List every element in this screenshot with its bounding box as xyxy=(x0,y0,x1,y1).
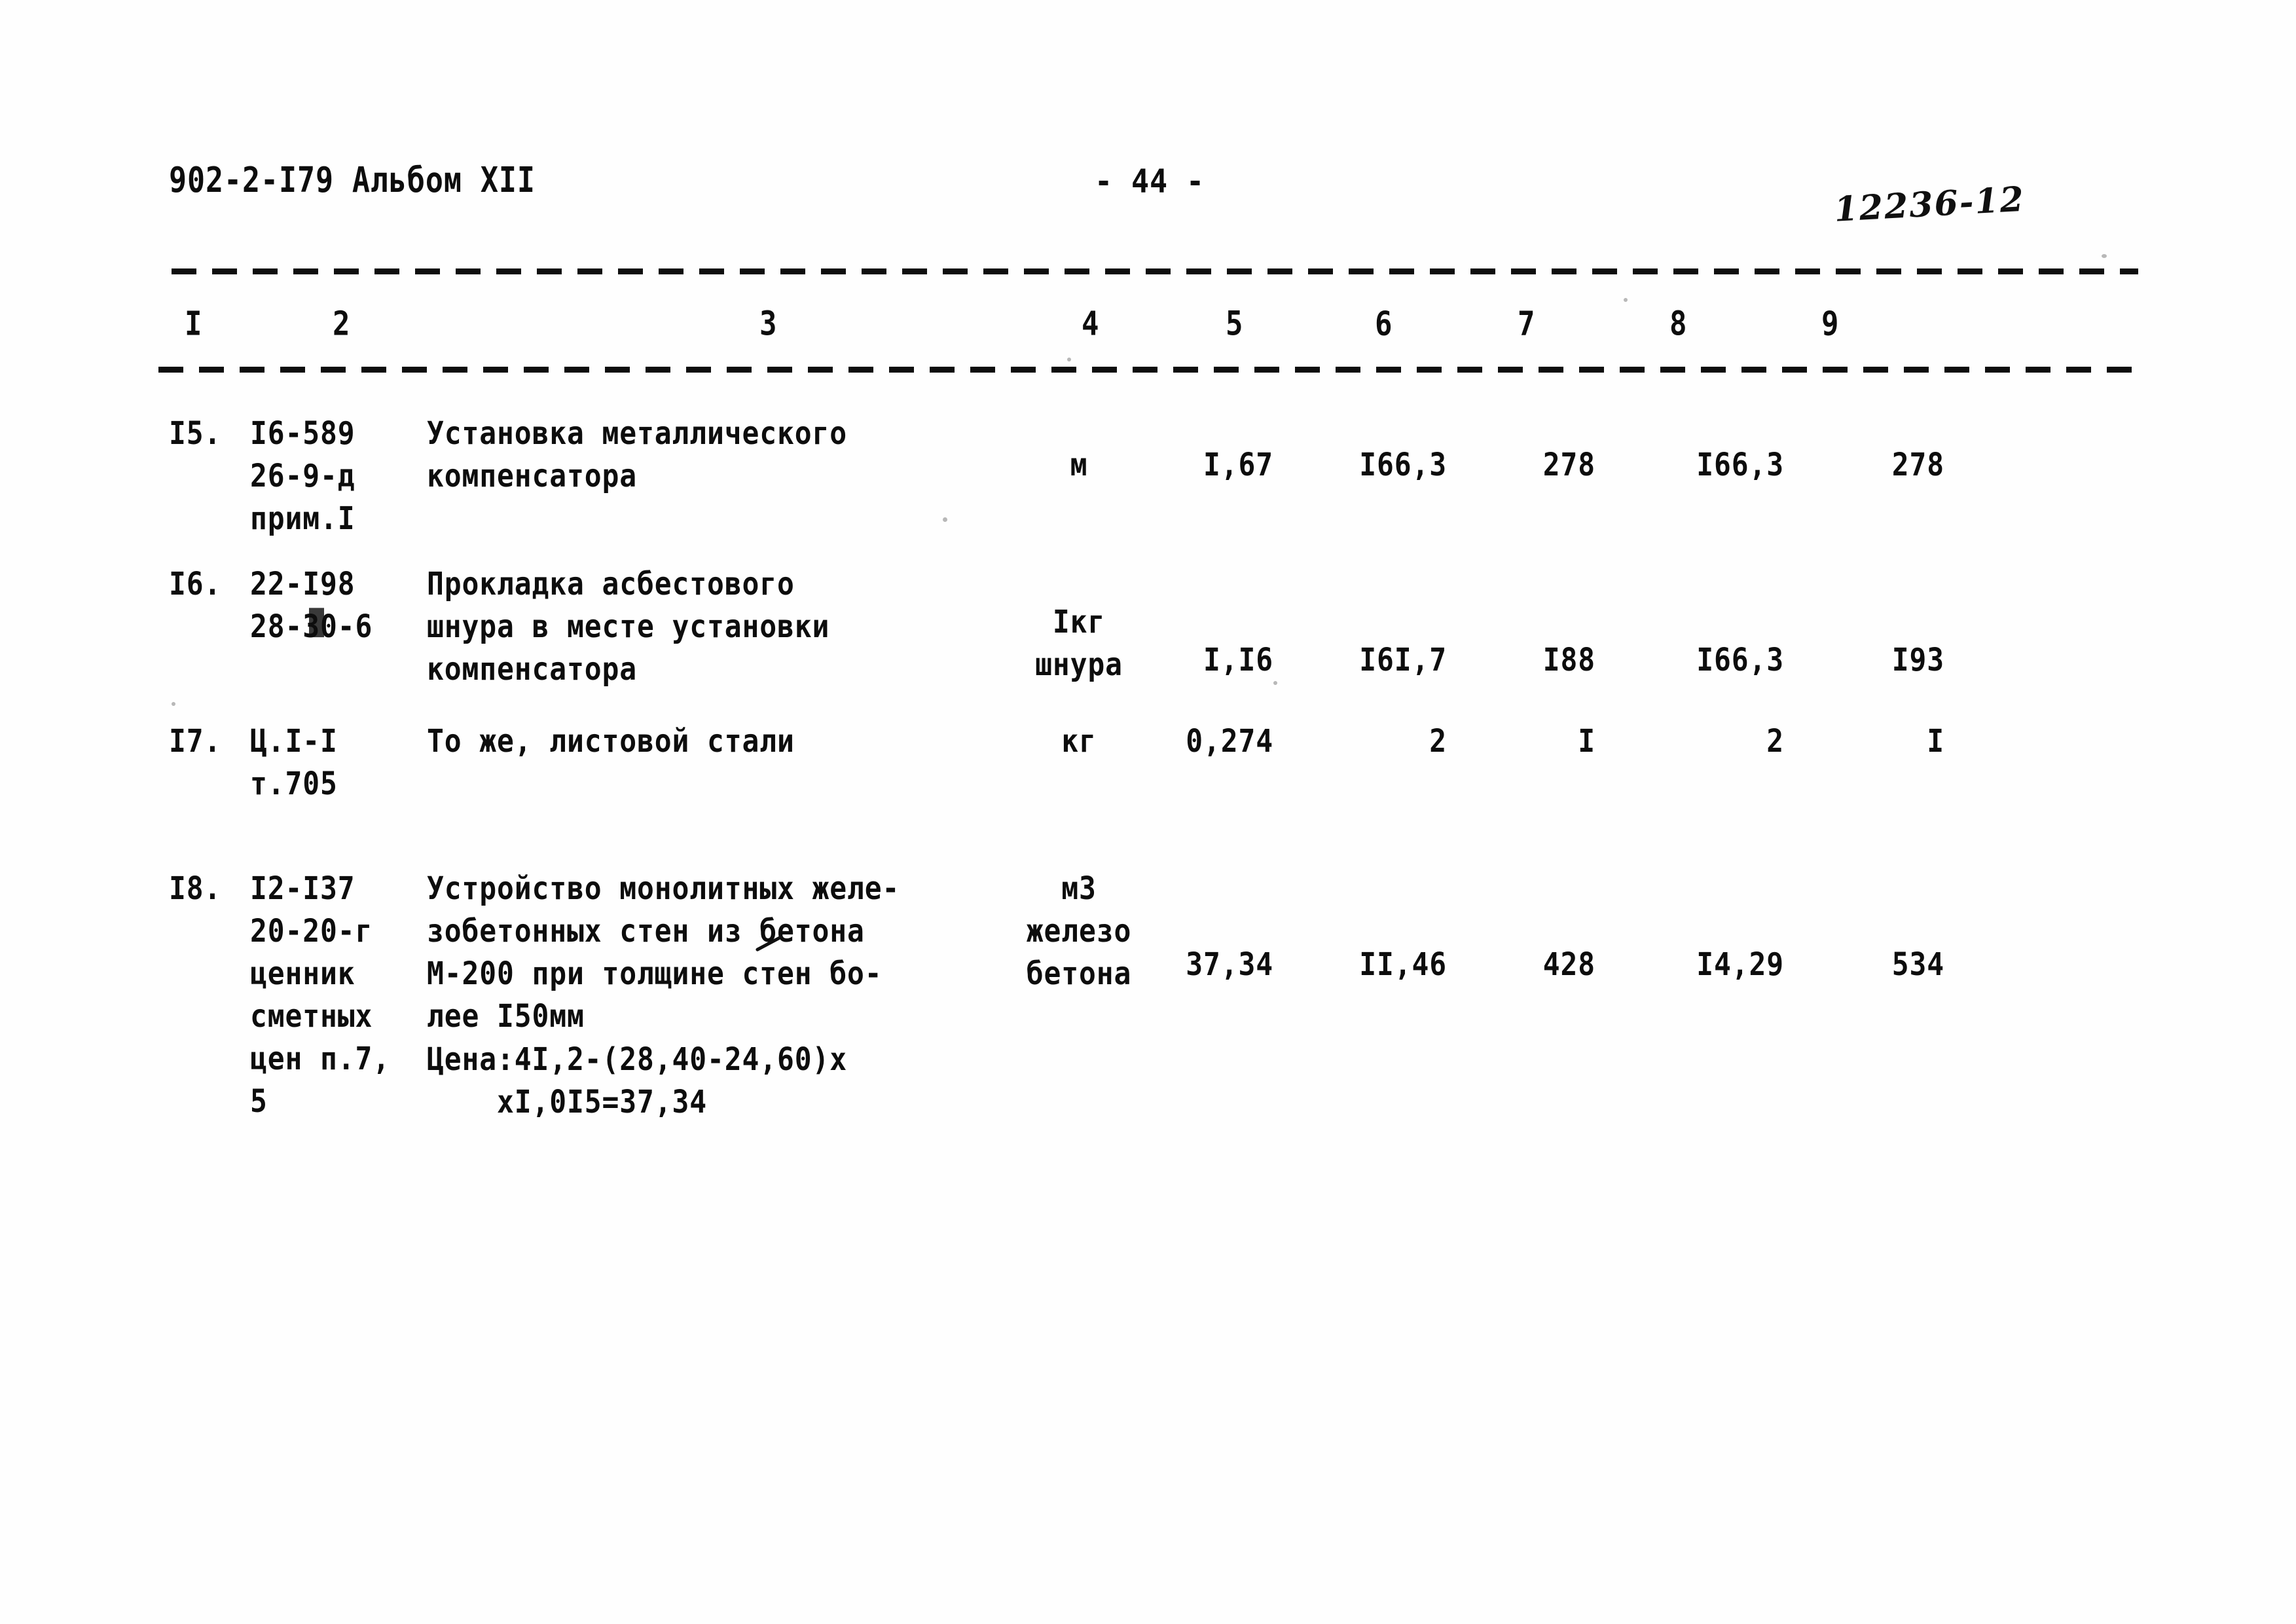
row-value-col5: I,67 xyxy=(1203,447,1273,484)
document-code: 902-2-I79 Альбом XII xyxy=(169,159,536,200)
scan-speck xyxy=(172,702,175,706)
row-number: I7. xyxy=(169,723,222,760)
desc-line: Устройство монолитных желе- xyxy=(427,870,900,908)
unit-line: Iкг xyxy=(1052,604,1106,641)
row-value-col9: 278 xyxy=(1891,447,1944,484)
column-header-6: 6 xyxy=(1375,304,1393,344)
code-line: Ц.I-I xyxy=(250,723,338,760)
row-unit: м3 железо бетона xyxy=(1013,868,1144,995)
row-description: То же, листовой стали xyxy=(427,723,795,760)
unit-line: м3 xyxy=(1061,870,1097,908)
row-value-col9: I xyxy=(1927,723,1944,760)
unit-line: бетона xyxy=(1026,955,1132,993)
row-value-col5: I,I6 xyxy=(1203,642,1273,679)
code-line: 22-I98 xyxy=(250,566,355,603)
row-value-col6: I66,3 xyxy=(1359,447,1447,484)
formula-line: Цена:4I,2-(28,40-24,60)х xyxy=(427,1041,847,1079)
row-description: Устройство монолитных желе- зобетонных с… xyxy=(427,868,996,1038)
row-number: I5. xyxy=(169,415,222,452)
row-value-col7: I88 xyxy=(1542,642,1595,679)
document-page: 902-2-I79 Альбом XII - 44 - 12236-12 I 2… xyxy=(0,0,2296,1624)
row-code: I6-589 26-9-д прим.I xyxy=(250,413,420,540)
row-code: Ц.I-I т.705 xyxy=(250,720,420,805)
desc-line: Прокладка асбестового xyxy=(427,566,795,603)
unit-line: шнура xyxy=(1035,646,1123,684)
scan-speck xyxy=(1067,358,1071,361)
row-value-col6: I6I,7 xyxy=(1359,642,1447,679)
column-header-5: 5 xyxy=(1226,304,1244,344)
desc-line: лее I50мм xyxy=(427,998,585,1035)
desc-line: шнура в месте установки xyxy=(427,608,830,646)
row-value-col7: I xyxy=(1578,723,1595,760)
row-description: Установка металлического компенсатора xyxy=(427,413,996,498)
scan-speck xyxy=(943,517,947,522)
column-header-2: 2 xyxy=(333,304,351,344)
code-line: I6-589 xyxy=(250,415,355,452)
code-line-overstruck: 28-30-6 xyxy=(250,606,373,648)
code-line: 26-9-д xyxy=(250,458,355,495)
row-value-col6: 2 xyxy=(1429,723,1447,760)
row-unit: Iкг шнура xyxy=(1013,601,1144,686)
row-value-col8: I66,3 xyxy=(1696,642,1784,679)
column-header-9: 9 xyxy=(1821,304,1840,344)
row-value-col7: 428 xyxy=(1542,946,1595,984)
desc-line: компенсатора xyxy=(427,458,637,495)
code-line: 5 xyxy=(250,1083,268,1120)
row-number: I6. xyxy=(169,566,222,603)
code-line: т.705 xyxy=(250,766,338,803)
formula-line: хI,0I5=37,34 xyxy=(427,1084,707,1121)
row-value-col9: 534 xyxy=(1891,946,1944,984)
row-number: I8. xyxy=(169,870,222,908)
row-value-col8: I4,29 xyxy=(1696,946,1784,984)
code-line: прим.I xyxy=(250,500,355,538)
code-line: 20-20-г xyxy=(250,913,373,950)
table-top-divider xyxy=(172,268,2138,274)
code-line: ценник xyxy=(250,955,355,993)
desc-line: зобетонных стен из бетона xyxy=(427,913,865,950)
scan-speck xyxy=(1624,298,1628,302)
page-number: - 44 - xyxy=(1095,162,1205,200)
desc-line: Установка металлического xyxy=(427,415,847,452)
column-header-4: 4 xyxy=(1082,304,1100,344)
column-header-1: I xyxy=(185,304,203,344)
code-line: сметных xyxy=(250,998,373,1035)
row-code: 22-I98 28-30-6 xyxy=(250,563,420,648)
table-header-divider xyxy=(158,367,2145,373)
column-header-7: 7 xyxy=(1518,304,1536,344)
handwritten-archive-stamp: 12236-12 xyxy=(1833,179,2026,230)
row-unit: кг xyxy=(1061,723,1097,760)
desc-line: М-200 при толщине стен бо- xyxy=(427,955,883,993)
row-value-col5: 37,34 xyxy=(1186,946,1273,984)
price-formula: Цена:4I,2-(28,40-24,60)х хI,0I5=37,34 xyxy=(427,1039,847,1124)
code-line: цен п.7, xyxy=(250,1041,390,1078)
row-value-col8: 2 xyxy=(1766,723,1784,760)
column-header-3: 3 xyxy=(759,304,778,344)
row-value-col5: 0,274 xyxy=(1186,723,1273,760)
unit-line: железо xyxy=(1026,913,1132,950)
row-description: Прокладка асбестового шнура в месте уста… xyxy=(427,563,996,691)
row-value-col7: 278 xyxy=(1542,447,1595,484)
row-value-col8: I66,3 xyxy=(1696,447,1784,484)
row-value-col6: II,46 xyxy=(1359,946,1447,984)
row-code: I2-I37 20-20-г ценник сметных цен п.7, 5 xyxy=(250,868,420,1123)
column-header-8: 8 xyxy=(1669,304,1688,344)
scan-speck xyxy=(1273,681,1277,685)
row-value-col9: I93 xyxy=(1891,642,1944,679)
desc-line: компенсатора xyxy=(427,651,637,688)
scan-speck xyxy=(2102,254,2107,258)
row-unit: м xyxy=(1070,447,1088,484)
code-line: I2-I37 xyxy=(250,870,355,908)
